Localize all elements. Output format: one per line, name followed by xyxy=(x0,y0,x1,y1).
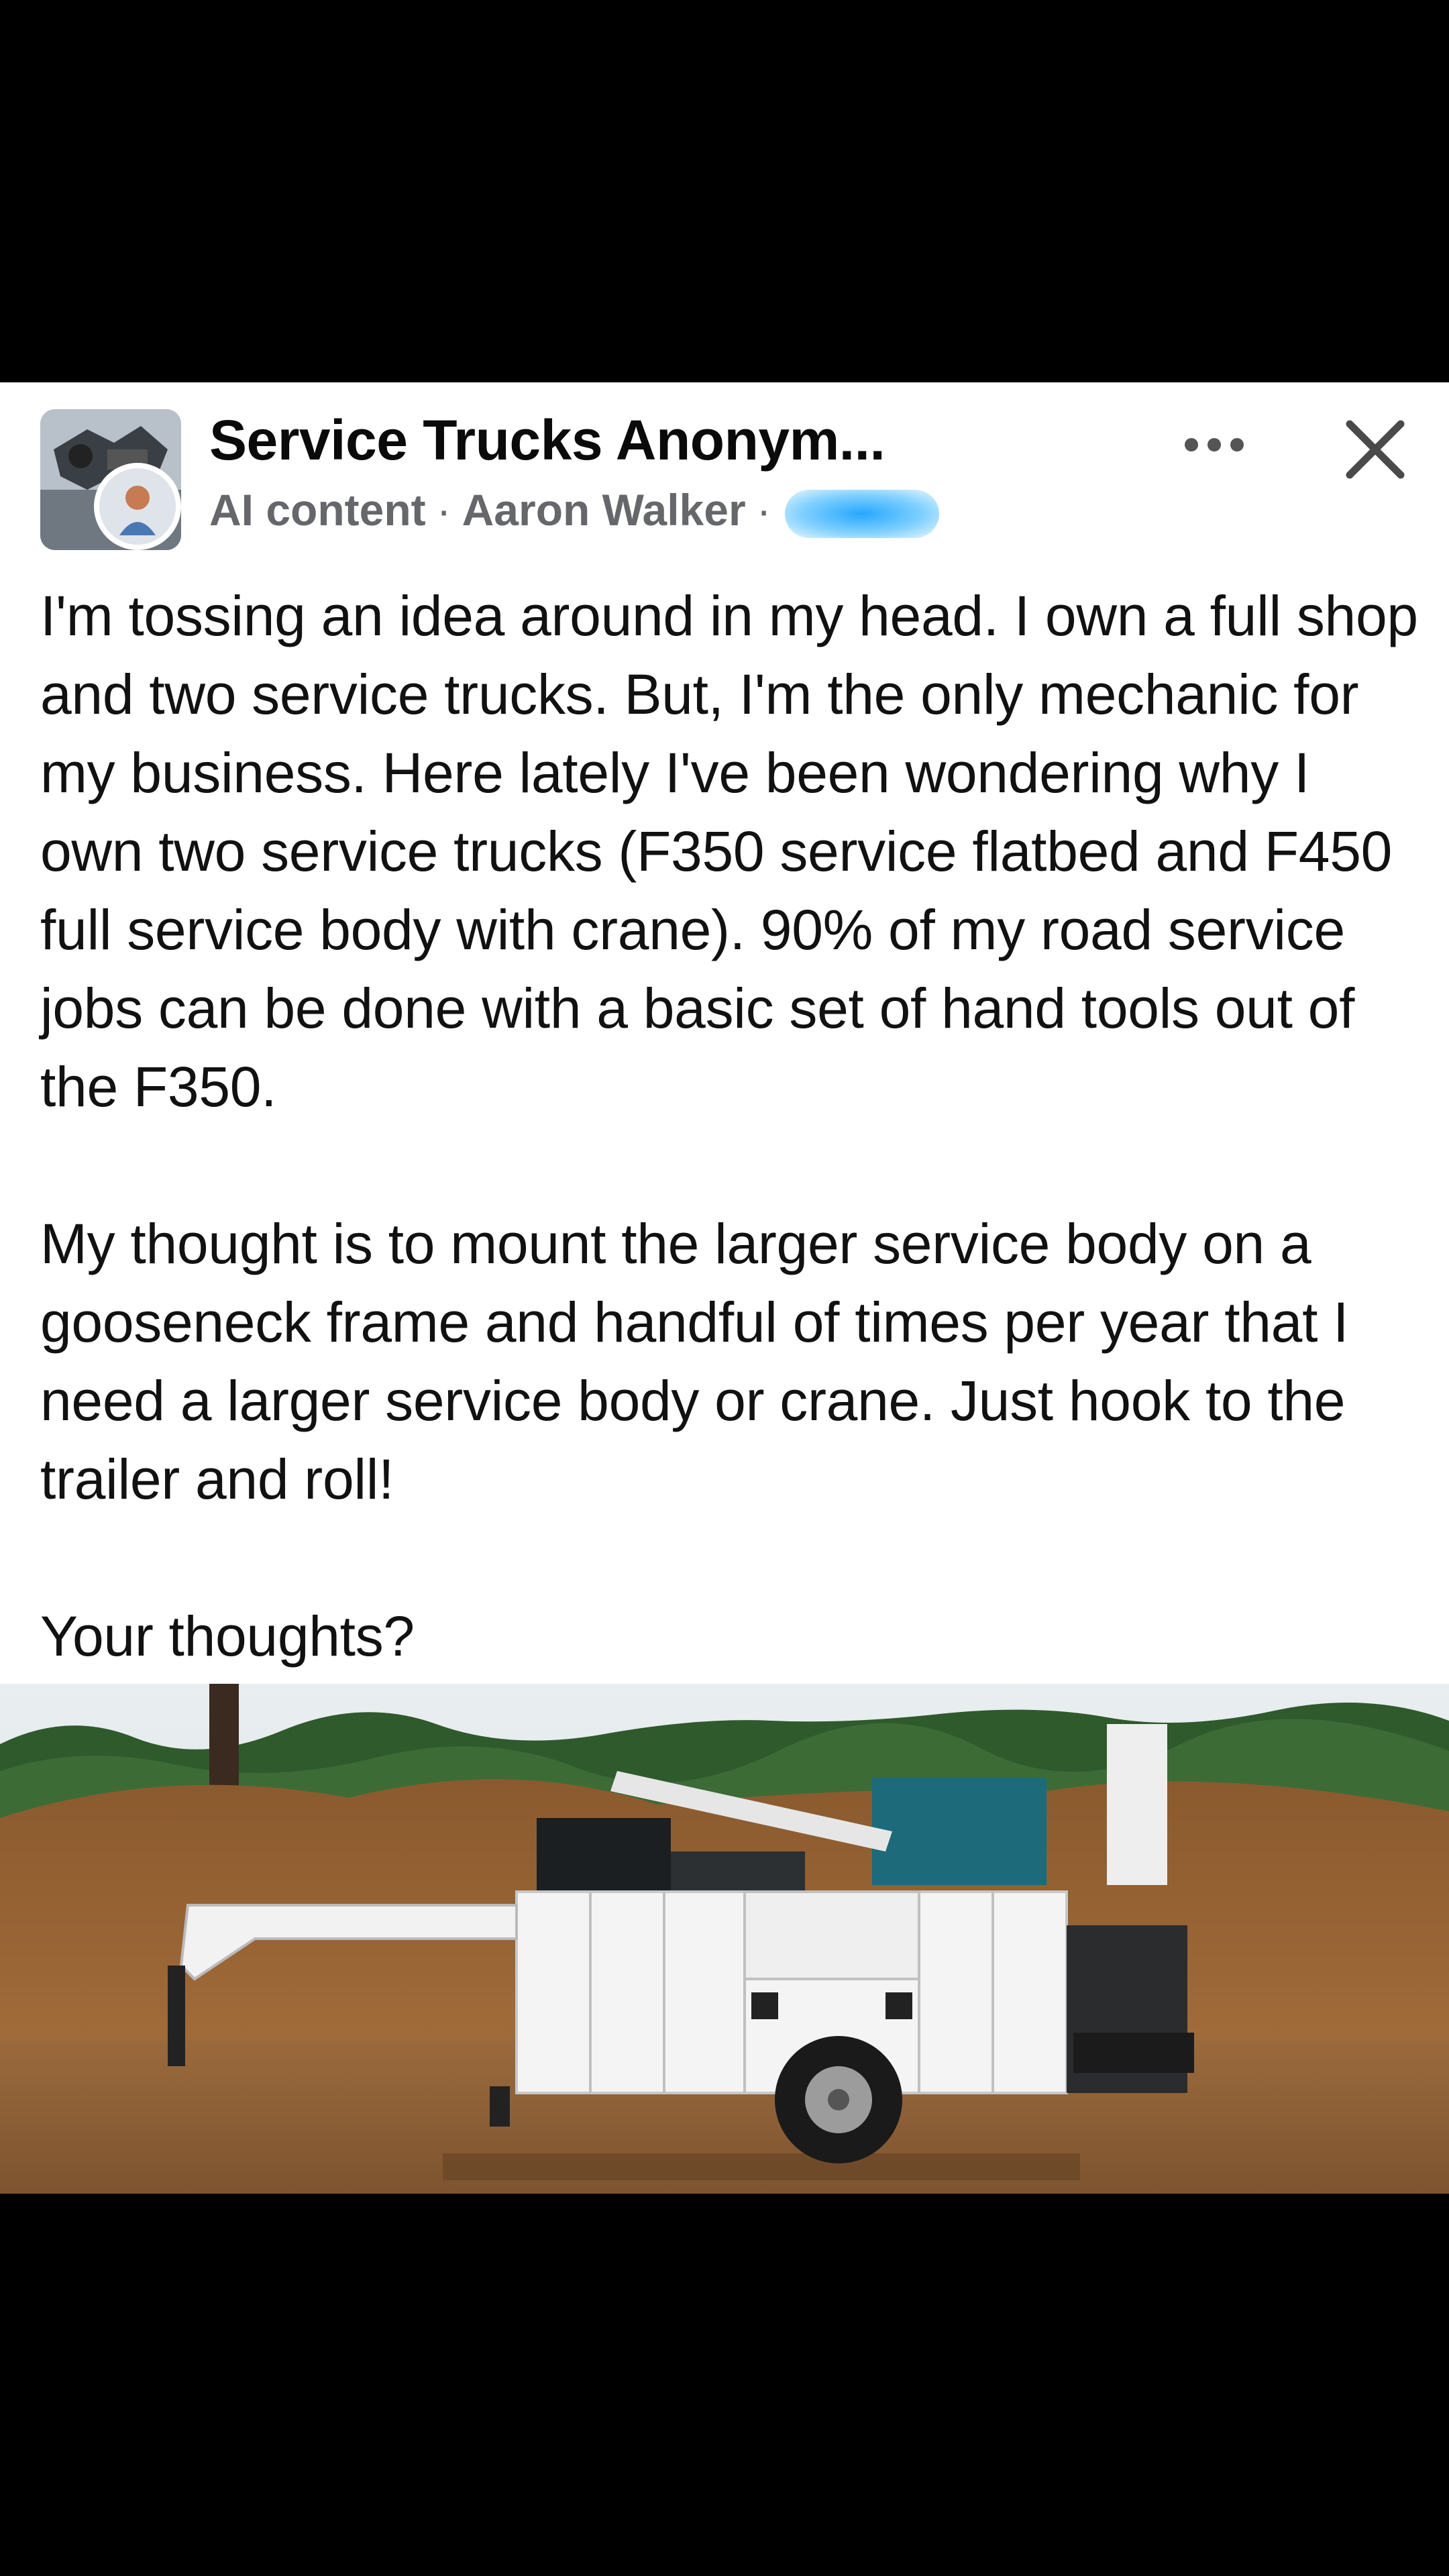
post-photo[interactable] xyxy=(0,1684,1449,2195)
post-paragraph: My thought is to mount the larger servic… xyxy=(40,1212,1364,1511)
bottom-letterbox xyxy=(0,2194,1449,2576)
meta-separator: · xyxy=(756,485,771,535)
post-header: Service Trucks Anonym... AI content · Aaro… xyxy=(0,382,1449,550)
ai-content-badge[interactable]: AI content xyxy=(209,485,426,535)
service-trailer-photo xyxy=(0,1684,1449,2194)
post-card: Service Trucks Anonym... AI content · Aaro… xyxy=(0,382,1449,1684)
group-avatar[interactable] xyxy=(40,409,181,550)
close-icon[interactable] xyxy=(1342,416,1409,483)
post-paragraph: I'm tossing an idea around in my head. I… xyxy=(40,584,1434,1118)
meta-separator: · xyxy=(436,485,451,535)
post-body: I'm tossing an idea around in my head. I… xyxy=(40,577,1422,1676)
author-name-link[interactable]: Aaron Walker xyxy=(462,485,746,535)
more-options-icon[interactable] xyxy=(1174,421,1254,468)
group-name-link[interactable]: Service Trucks Anonym... xyxy=(209,408,885,473)
author-avatar[interactable] xyxy=(94,463,181,550)
top-letterbox xyxy=(0,0,1449,382)
post-paragraph: Your thoughts? xyxy=(40,1605,415,1668)
redacted-timestamp xyxy=(784,489,939,538)
post-meta: AI content · Aaron Walker · xyxy=(209,484,939,538)
